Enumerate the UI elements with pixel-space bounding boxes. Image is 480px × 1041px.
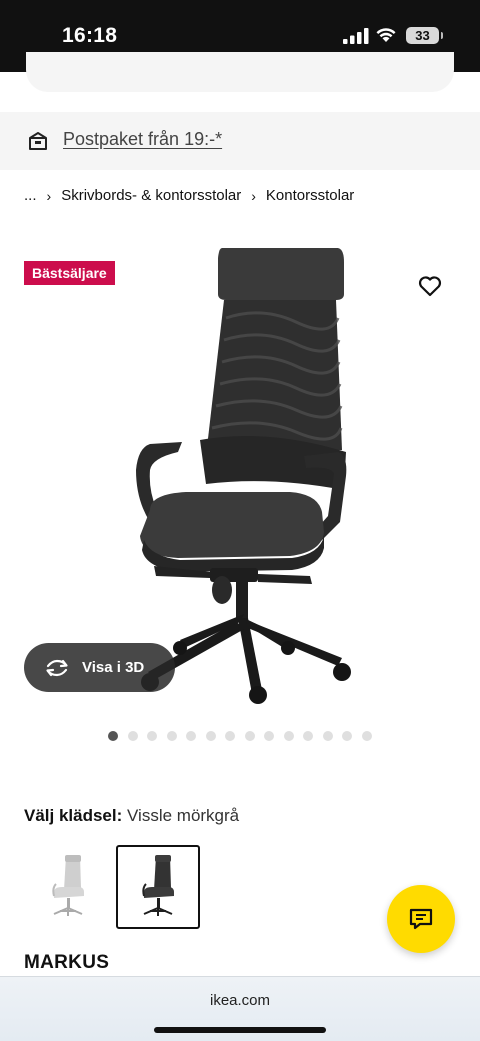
chat-icon xyxy=(409,908,433,930)
bestseller-badge: Bästsäljare xyxy=(24,261,115,285)
gallery-dot[interactable] xyxy=(205,731,216,741)
breadcrumb-ellipsis[interactable]: ... xyxy=(24,187,37,204)
gallery-dot[interactable] xyxy=(166,731,177,741)
package-icon xyxy=(29,132,47,150)
gallery-dot[interactable] xyxy=(283,731,294,741)
light-grey-chair-thumbnail xyxy=(52,855,84,916)
product-name: MARKUS xyxy=(24,952,110,973)
view-in-3d-button[interactable]: Visa i 3D xyxy=(24,643,175,692)
gallery-dot[interactable] xyxy=(147,731,157,741)
home-indicator[interactable] xyxy=(154,1027,326,1033)
gallery-dot[interactable] xyxy=(342,731,352,741)
rotate-3d-icon xyxy=(44,659,70,677)
gallery-dot[interactable] xyxy=(303,731,313,741)
delivery-link[interactable]: Postpaket från 19:-* xyxy=(63,129,222,150)
swatch-light-grey[interactable] xyxy=(26,845,110,929)
browser-bar: ikea.com xyxy=(0,976,480,1041)
breadcrumb-separator: › xyxy=(251,187,256,204)
dark-grey-chair-thumbnail xyxy=(142,855,174,916)
signal-icon xyxy=(343,28,369,44)
gallery-dot[interactable] xyxy=(225,731,235,741)
swatch-dark-grey[interactable] xyxy=(116,845,200,929)
gallery-dot[interactable] xyxy=(361,731,372,741)
wifi-icon xyxy=(376,28,396,42)
upholstery-label: Välj klädsel: xyxy=(24,806,123,825)
delivery-banner: Postpaket från 19:-* xyxy=(0,112,480,170)
search-bar[interactable] xyxy=(26,52,454,92)
upholstery-value: Vissle mörkgrå xyxy=(127,806,240,825)
upholstery-selector: Välj klädsel: Vissle mörkgrå xyxy=(24,806,239,826)
browser-url[interactable]: ikea.com xyxy=(0,992,480,1009)
breadcrumb-item-office-chairs[interactable]: Kontorsstolar xyxy=(266,187,354,204)
battery-level: 33 xyxy=(415,28,430,43)
gallery-dot[interactable] xyxy=(186,731,196,741)
gallery-dot[interactable] xyxy=(322,731,333,741)
status-time: 16:18 xyxy=(62,24,118,47)
breadcrumb: ... › Skrivbords- & kontorsstolar › Kont… xyxy=(24,187,354,204)
gallery-dot[interactable] xyxy=(127,731,138,741)
chat-button[interactable] xyxy=(387,885,455,953)
gallery-dot[interactable] xyxy=(108,731,118,741)
breadcrumb-separator: › xyxy=(46,187,52,204)
view-in-3d-label: Visa i 3D xyxy=(82,659,145,676)
breadcrumb-item-desk-chairs[interactable]: Skrivbords- & kontorsstolar xyxy=(61,187,241,204)
heart-outline-icon xyxy=(418,276,442,297)
battery-icon: 33 xyxy=(406,27,443,44)
gallery-pagination xyxy=(108,731,372,741)
gallery-dot[interactable] xyxy=(264,731,274,741)
gallery-dot[interactable] xyxy=(244,731,255,741)
favorite-button[interactable] xyxy=(414,270,446,302)
